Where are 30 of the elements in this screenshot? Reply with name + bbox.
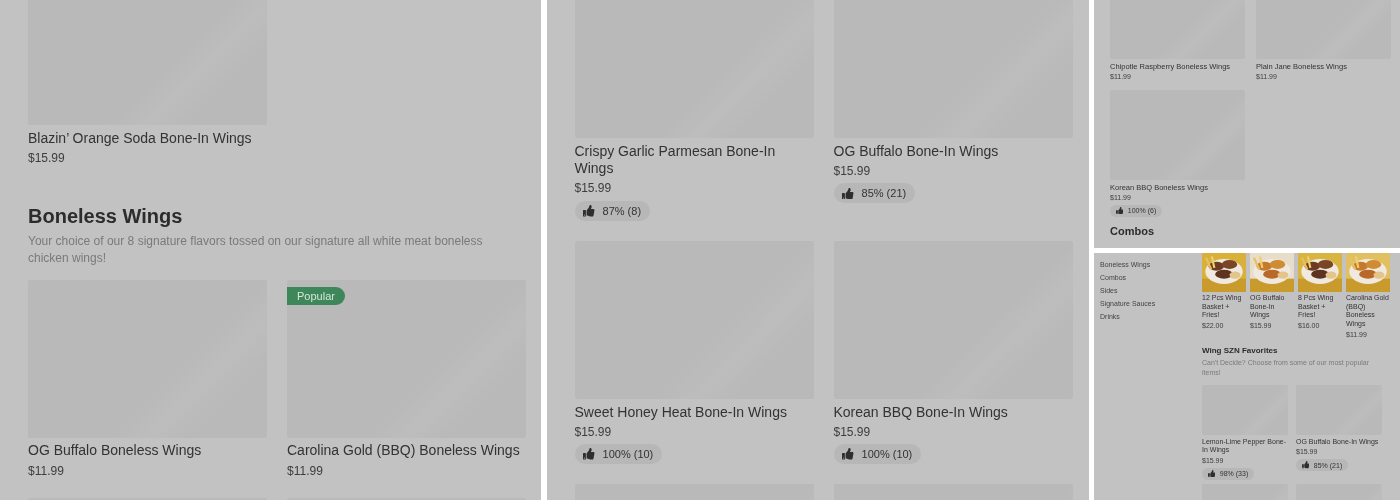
rating-badge: 87% (8)	[574, 201, 650, 221]
rating-badge: 85% (21)	[833, 183, 915, 204]
item-price: $15.99	[574, 181, 613, 196]
rating-badge: 100% (10)	[574, 444, 663, 464]
item-price: $11.99	[287, 463, 324, 478]
thumbs-up-icon	[1115, 207, 1123, 215]
item-name[interactable]: OG Buffalo Bone-In Wings	[833, 142, 1073, 161]
item-name[interactable]: Blazin’ Orange Soda Bone-In Wings	[28, 129, 267, 148]
thumbs-up-icon	[583, 448, 595, 460]
section-description: Your choice of our 8 signature flavors tossed on our signature all white meat boneless chicken wings!	[28, 232, 484, 268]
item-name[interactable]: Korean BBQ Bone-In Wings	[833, 403, 1073, 422]
image-placeholder[interactable]	[287, 279, 526, 438]
thumbs-up-icon	[842, 448, 854, 460]
item-name[interactable]: Carolina Gold (BBQ) Boneless Wings	[287, 442, 526, 460]
item-name[interactable]: Crispy Garlic Parmesan Bone-In Wings	[574, 142, 814, 178]
section-heading: Wing SZN Favorites	[1202, 346, 1279, 356]
item-price: $15.99	[28, 151, 66, 165]
section-heading: Boneless Wings	[28, 205, 184, 228]
item-name[interactable]: Sweet Honey Heat Bone-In Wings	[574, 403, 814, 422]
thumbs-up-icon	[1207, 470, 1215, 478]
rating-badge: 100% (10)	[833, 444, 922, 464]
section-heading: Combos	[1110, 224, 1155, 237]
item-price: $11.99	[28, 463, 65, 478]
item-price: $15.99	[833, 424, 872, 439]
item-price: $15.99	[833, 164, 872, 178]
thumbs-up-icon	[842, 187, 854, 200]
item-price: $15.99	[574, 424, 613, 439]
thumbs-up-icon	[1301, 461, 1309, 469]
item-name[interactable]: OG Buffalo Boneless Wings	[28, 442, 267, 460]
thumbs-up-icon	[583, 205, 595, 217]
